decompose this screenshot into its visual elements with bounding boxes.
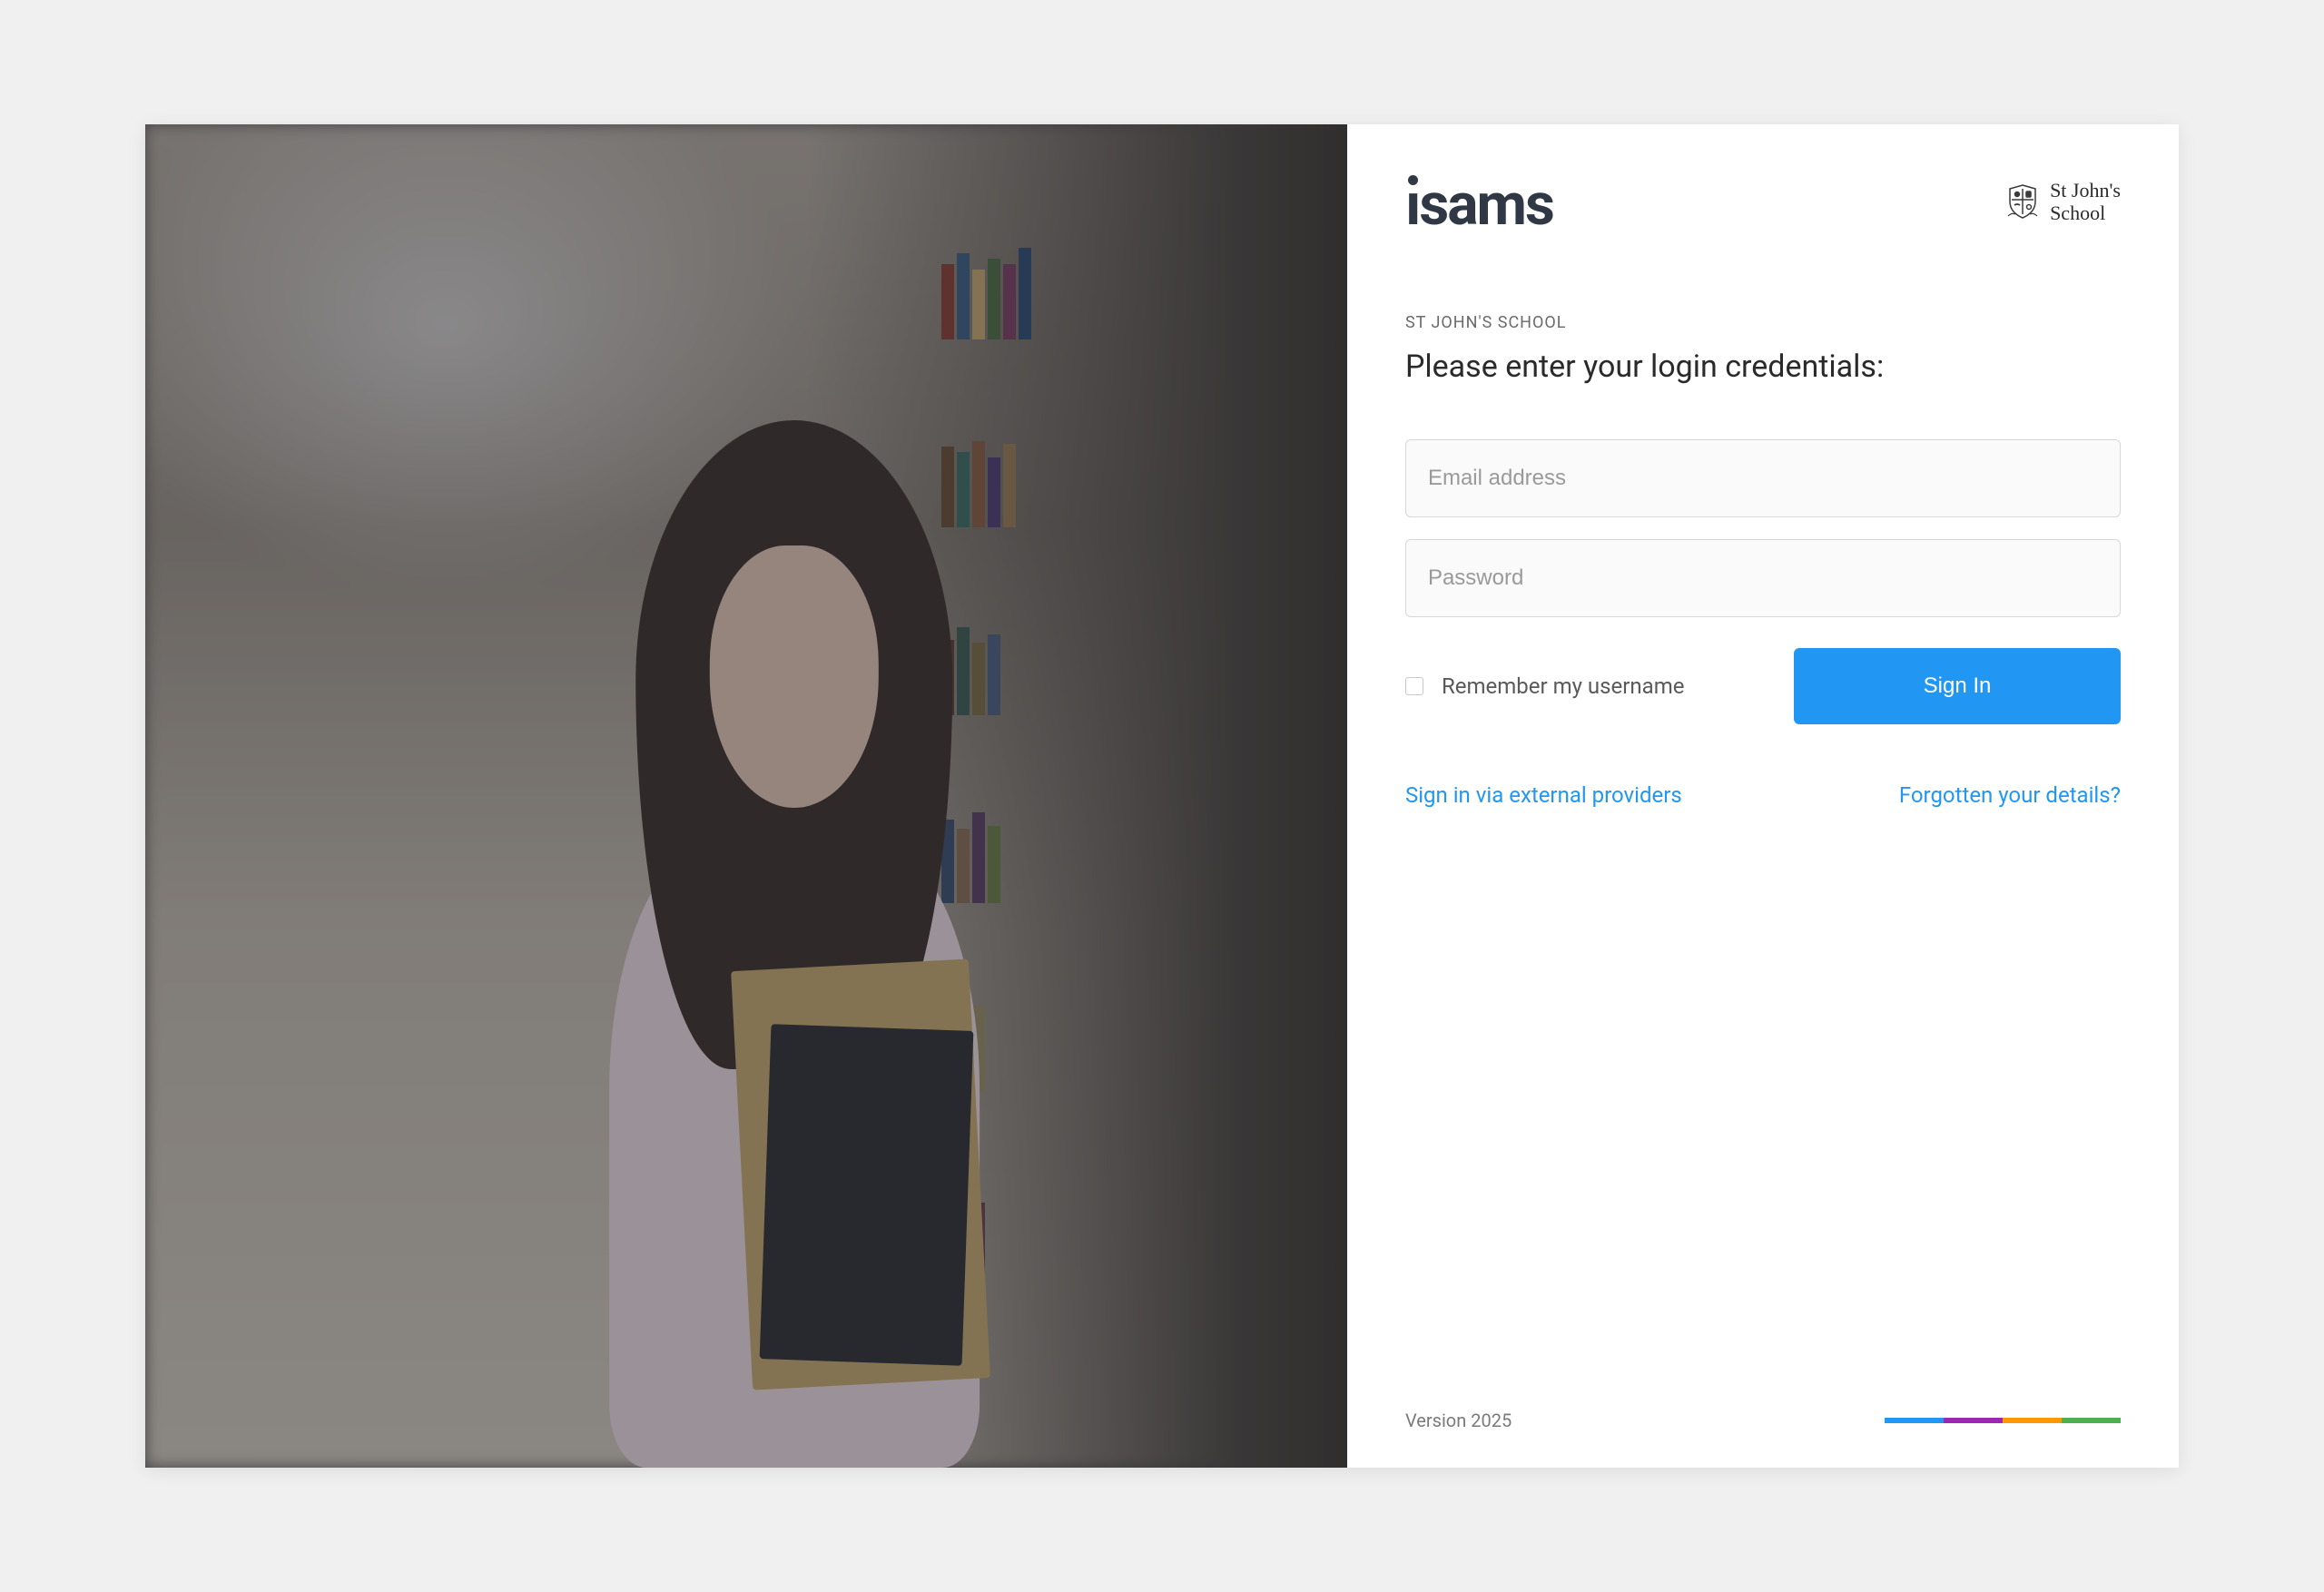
remember-wrap: Remember my username (1405, 673, 1685, 699)
email-field[interactable] (1405, 439, 2121, 517)
remember-checkbox[interactable] (1405, 677, 1423, 695)
header-row: ısams St John's School (1405, 179, 2121, 231)
remember-label: Remember my username (1442, 673, 1685, 699)
color-segment-4 (2062, 1418, 2121, 1423)
color-segment-1 (1885, 1418, 1944, 1423)
shield-icon (2006, 183, 2039, 220)
school-name-line2: School (2050, 201, 2121, 224)
color-segment-3 (2003, 1418, 2062, 1423)
isams-logo: ısams (1405, 179, 1553, 231)
login-heading: Please enter your login credentials: (1405, 349, 2121, 385)
color-segment-2 (1944, 1418, 2003, 1423)
hero-image-panel (145, 124, 1347, 1468)
external-providers-link[interactable]: Sign in via external providers (1405, 782, 1682, 808)
color-bar (1885, 1418, 2121, 1423)
school-name-line1: St John's (2050, 179, 2121, 201)
school-badge: St John's School (2006, 179, 2121, 225)
signin-button[interactable]: Sign In (1794, 648, 2121, 724)
footer: Version 2025 (1405, 1410, 2121, 1431)
action-row: Remember my username Sign In (1405, 648, 2121, 724)
version-text: Version 2025 (1405, 1410, 1512, 1431)
forgotten-details-link[interactable]: Forgotten your details? (1899, 782, 2121, 808)
login-container: ısams St John's School (145, 124, 2179, 1468)
password-field[interactable] (1405, 539, 2121, 617)
school-name: St John's School (2050, 179, 2121, 225)
logo-text: ısams (1405, 171, 1553, 239)
school-label: ST JOHN'S SCHOOL (1405, 313, 2121, 332)
login-form-panel: ısams St John's School (1347, 124, 2179, 1468)
links-row: Sign in via external providers Forgotten… (1405, 782, 2121, 808)
